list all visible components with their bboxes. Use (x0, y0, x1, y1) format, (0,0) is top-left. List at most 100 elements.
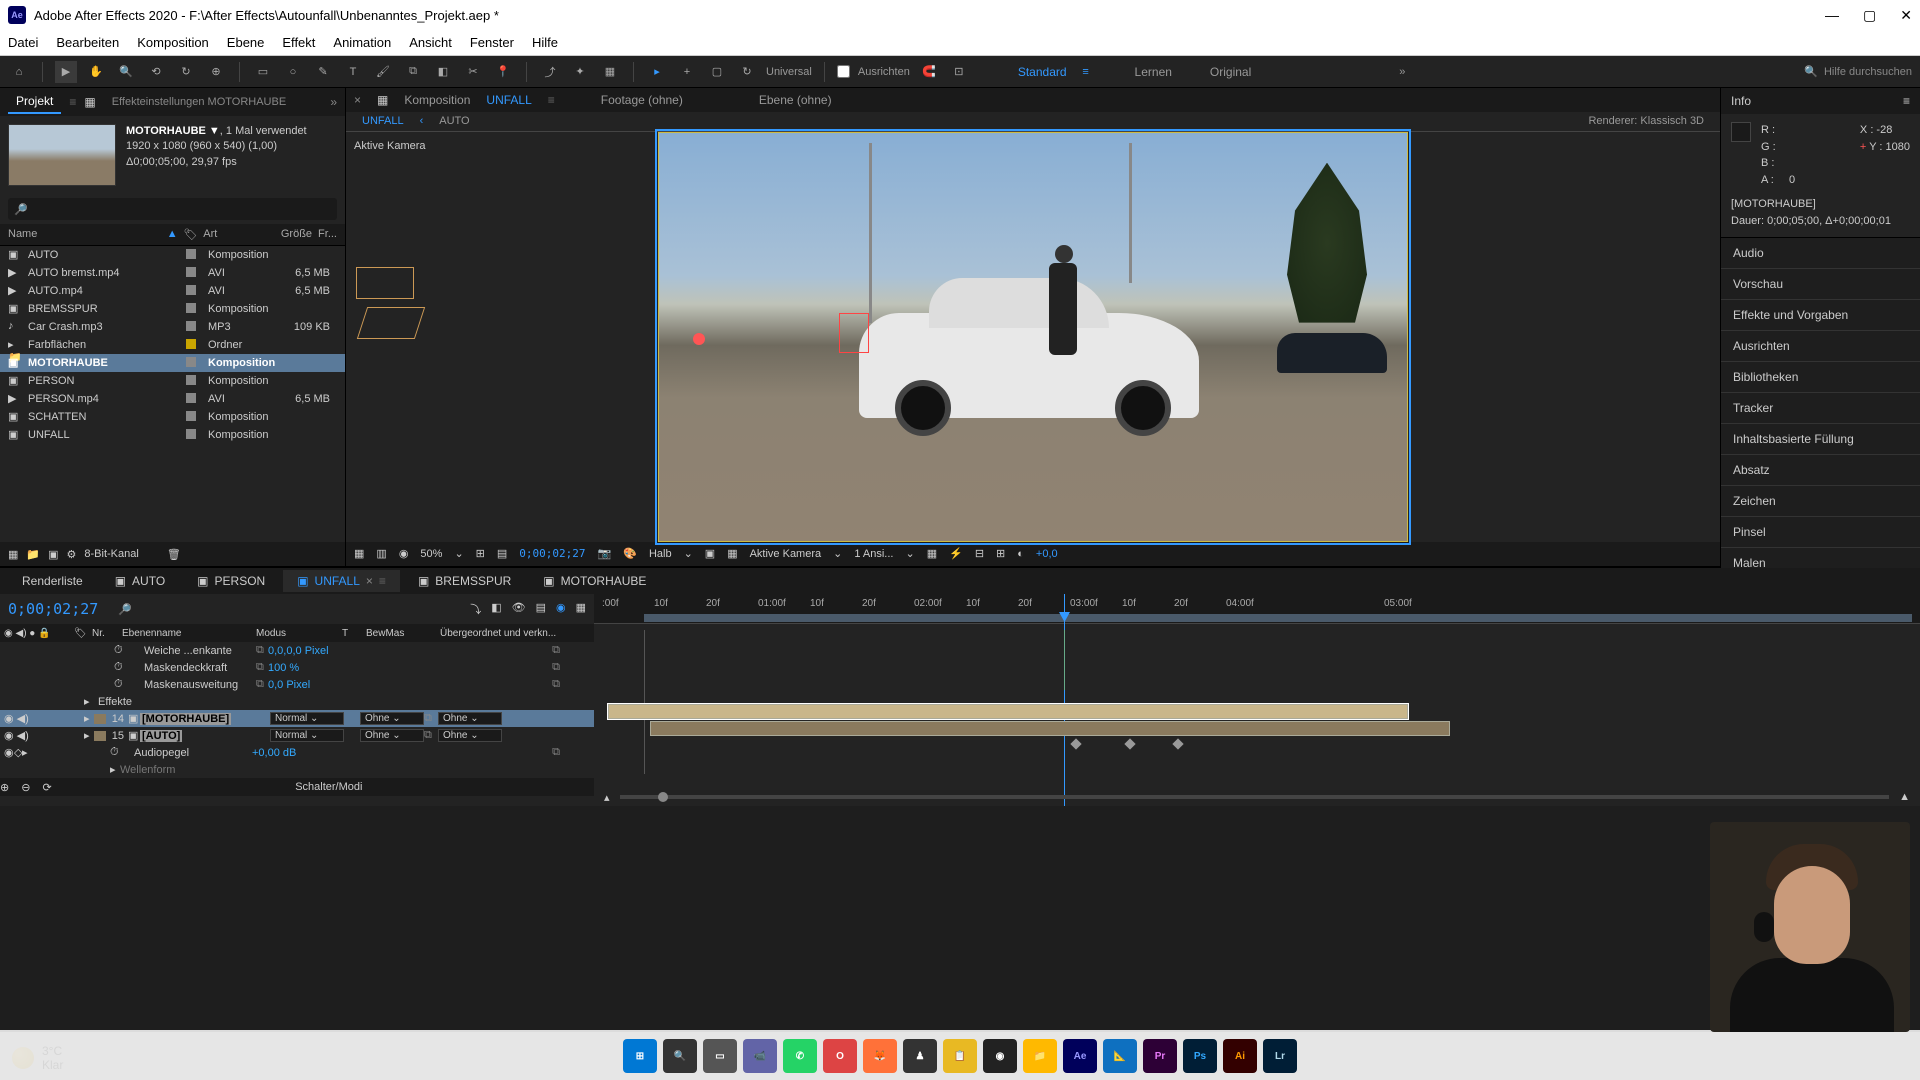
flowchart-icon[interactable]: ⊞ (996, 547, 1005, 560)
layer-property[interactable]: ⏱Maskendeckkraft⧉100 %⧉ (0, 659, 594, 676)
taskbar-app[interactable]: 📹 (743, 1039, 777, 1073)
keyframe[interactable] (1070, 738, 1081, 749)
guides-icon[interactable]: ▤ (497, 547, 507, 560)
close-button[interactable]: ✕ (1900, 7, 1912, 24)
taskbar-app[interactable]: 🦊 (863, 1039, 897, 1073)
zoom-value[interactable]: 50% (420, 548, 442, 560)
tab-layer[interactable]: Ebene (ohne) (759, 93, 832, 107)
side-panel-inhaltsbasierte-füllung[interactable]: Inhaltsbasierte Füllung (1721, 424, 1920, 455)
ellipse-tool[interactable]: ○ (282, 61, 304, 83)
side-panel-zeichen[interactable]: Zeichen (1721, 486, 1920, 517)
rectangle-tool[interactable]: ▭ (252, 61, 274, 83)
interpret-icon[interactable]: ▦ (8, 548, 18, 561)
asset-thumbnail[interactable] (8, 124, 116, 186)
workspace-menu-icon[interactable]: ≡ (1075, 61, 1097, 83)
view-dropdown[interactable]: Aktive Kamera (750, 548, 822, 560)
taskbar-app[interactable]: ✆ (783, 1039, 817, 1073)
tab-effect-settings[interactable]: Effekteinstellungen MOTORHAUBE (104, 92, 294, 112)
effects-settings-icon[interactable]: ▦ (84, 95, 95, 109)
taskbar[interactable]: ⊞🔍▭📹✆O🦊♟📋◉📁Ae📐PrPsAiLr (0, 1032, 1920, 1080)
comp-close-icon[interactable]: × (354, 93, 361, 107)
menu-hilfe[interactable]: Hilfe (532, 35, 558, 50)
timeline-tab-bremsspur[interactable]: ▣BREMSSPUR (404, 570, 525, 592)
clip-motorhaube[interactable] (608, 704, 1408, 719)
timeline-tab-unfall[interactable]: ▣UNFALL×≡ (283, 570, 400, 592)
timeline-icon[interactable]: ⊟ (975, 547, 984, 560)
trash-icon[interactable]: 🗑 (167, 548, 181, 561)
snapshot-icon[interactable]: 📷 (598, 547, 612, 560)
motion-blur-icon[interactable]: ◉ (556, 601, 566, 617)
project-search-input[interactable]: 🔎 (8, 198, 337, 220)
workspace-overflow-icon[interactable]: » (1399, 66, 1405, 78)
box-icon[interactable]: ▢ (706, 61, 728, 83)
side-panel-effekte-und-vorgaben[interactable]: Effekte und Vorgaben (1721, 300, 1920, 331)
selection-tool[interactable]: ▶ (55, 61, 77, 83)
clip-auto[interactable] (650, 721, 1450, 736)
roto-tool[interactable]: ✂ (462, 61, 484, 83)
project-item[interactable]: ▣MOTORHAUBEKomposition (0, 354, 345, 372)
col-name[interactable]: Name (8, 228, 167, 241)
expand-icon[interactable]: ⊖ (21, 781, 30, 794)
num-views-dropdown[interactable]: 1 Ansi... (854, 548, 893, 560)
project-item[interactable]: ▣SCHATTENKomposition (0, 408, 345, 426)
new-folder-icon[interactable]: 📁 (26, 548, 40, 561)
draft3d-icon[interactable]: ◧ (491, 601, 501, 617)
timeline-search-icon[interactable]: 🔎 (118, 603, 132, 616)
workspace-original[interactable]: Original (1210, 65, 1251, 79)
project-item[interactable]: ▶AUTO bremst.mp4AVI6,5 MB (0, 264, 345, 282)
tab-footage[interactable]: Footage (ohne) (601, 93, 683, 107)
time-ruler[interactable]: :00f10f20f01:00f10f20f02:00f10f20f03:00f… (594, 594, 1920, 624)
keyframe[interactable] (1172, 738, 1183, 749)
timeline-layer[interactable]: ◉ ◀) ▸14▣[MOTORHAUBE]Normal ⌄Ohne ⌄⧉Ohne… (0, 710, 594, 727)
home-icon[interactable]: ⌂ (8, 61, 30, 83)
anchor-point[interactable] (693, 333, 705, 345)
side-panel-tracker[interactable]: Tracker (1721, 393, 1920, 424)
graph-editor-icon[interactable]: ▦ (576, 601, 586, 617)
project-item[interactable]: ▶PERSON.mp4AVI6,5 MB (0, 390, 345, 408)
zoom-dropdown-icon[interactable]: ⌄ (454, 547, 463, 560)
project-item[interactable]: ▸ 📁FarbflächenOrdner (0, 336, 345, 354)
exposure-reset-icon[interactable]: ◐ (1017, 548, 1024, 560)
project-item[interactable]: ♪Car Crash.mp3MP3109 KB (0, 318, 345, 336)
info-panel-header[interactable]: Info≡ (1721, 88, 1920, 114)
brush-tool[interactable]: 🖌 (372, 61, 394, 83)
local-axis-icon[interactable]: ⤴ (539, 61, 561, 83)
menu-fenster[interactable]: Fenster (470, 35, 514, 50)
tab-composition-name[interactable]: UNFALL (486, 93, 531, 107)
renderer-value[interactable]: Klassisch 3D (1640, 115, 1704, 127)
timeline-tab-auto[interactable]: ▣AUTO (101, 570, 179, 592)
taskbar-app[interactable]: 📋 (943, 1039, 977, 1073)
workspace-lernen[interactable]: Lernen (1135, 65, 1172, 79)
comp-lock-icon[interactable]: ▦ (377, 93, 388, 107)
breadcrumb-auto[interactable]: AUTO (439, 115, 469, 127)
sort-icon[interactable]: ▲ (167, 228, 178, 241)
timeline-tab-motorhaube[interactable]: ▣MOTORHAUBE (529, 570, 660, 592)
taskbar-app[interactable]: Pr (1143, 1039, 1177, 1073)
taskbar-app[interactable]: ▭ (703, 1039, 737, 1073)
wellenform-group[interactable]: ▸Wellenform (0, 761, 594, 778)
settings-icon[interactable]: ⚙ (67, 548, 77, 561)
orbit-tool[interactable]: ⟲ (145, 61, 167, 83)
layer-list[interactable]: ⏱Weiche ...enkante⧉0,0,0,0 Pixel⧉⏱Masken… (0, 642, 594, 778)
work-area-bar[interactable] (644, 614, 1912, 622)
comp-mini-flowchart-icon[interactable]: ⤵ (470, 601, 481, 617)
zoom-tool[interactable]: 🔍 (115, 61, 137, 83)
arrow-icon[interactable]: ▸ (646, 61, 668, 83)
taskbar-app[interactable]: 📁 (1023, 1039, 1057, 1073)
menu-bearbeiten[interactable]: Bearbeiten (56, 35, 119, 50)
bit-depth[interactable]: 8-Bit-Kanal (84, 548, 138, 560)
layer-property[interactable]: ⏱Weiche ...enkante⧉0,0,0,0 Pixel⧉ (0, 642, 594, 659)
taskbar-app[interactable]: O (823, 1039, 857, 1073)
fast-preview-icon[interactable]: ⚡ (949, 547, 963, 560)
transfer-icon[interactable]: ⟳ (42, 781, 51, 794)
side-panel-absatz[interactable]: Absatz (1721, 455, 1920, 486)
tab-project[interactable]: Projekt (8, 90, 61, 114)
project-list[interactable]: ▣AUTOKomposition▶AUTO bremst.mp4AVI6,5 M… (0, 246, 345, 542)
rotate-tool[interactable]: ↻ (175, 61, 197, 83)
timeline-tab-renderliste[interactable]: Renderliste (8, 570, 97, 592)
zoom-in-icon[interactable]: ▲ (1899, 791, 1910, 803)
taskbar-app[interactable]: Ai (1223, 1039, 1257, 1073)
col-size[interactable]: Größe (267, 228, 312, 241)
pixel-aspect-icon[interactable]: ▦ (927, 547, 937, 560)
hand-tool[interactable]: ✋ (85, 61, 107, 83)
